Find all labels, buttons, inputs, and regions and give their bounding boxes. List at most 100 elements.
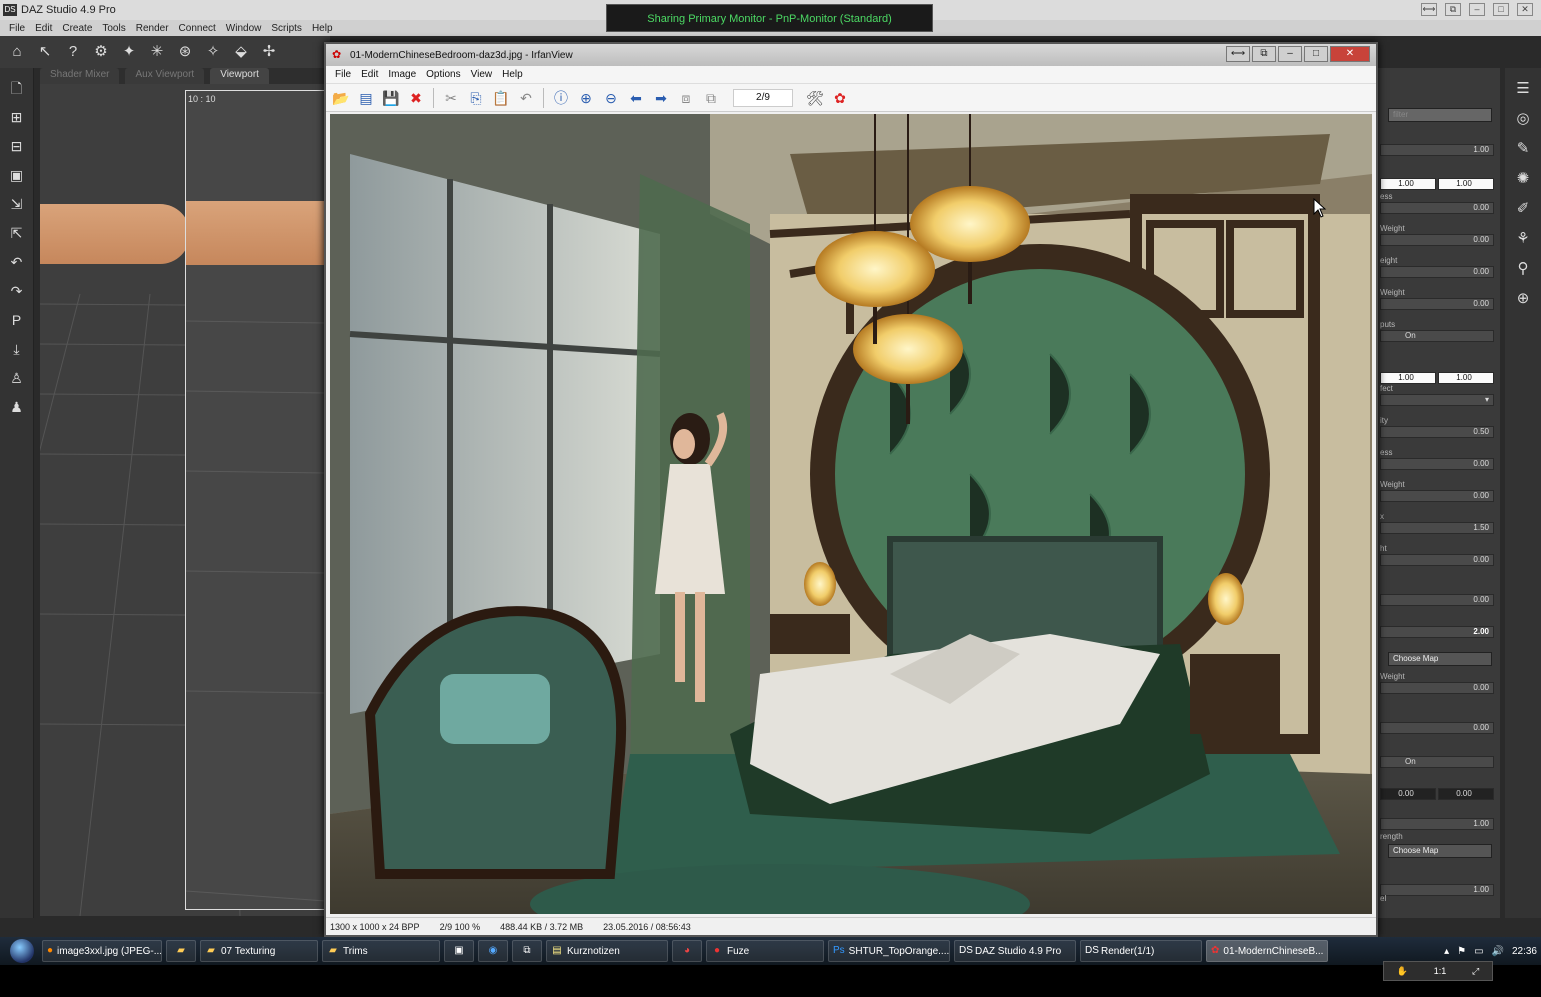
timeline-icon[interactable]: ⚘ — [1512, 228, 1534, 250]
prop-field-2a[interactable]: 1.00 — [1380, 178, 1436, 190]
irfan-menu-image[interactable]: Image — [385, 69, 423, 80]
figure-setup-icon[interactable]: ⚲ — [1512, 258, 1534, 280]
save-icon[interactable]: ▣ — [6, 165, 28, 185]
filter-field[interactable]: filter — [1388, 108, 1492, 122]
paste-icon[interactable]: 📋 — [490, 87, 512, 109]
prop-field-7b[interactable]: 1.00 — [1438, 372, 1494, 384]
next-icon[interactable]: ➡ — [650, 87, 672, 109]
new-file-icon[interactable]: 🗋 — [6, 78, 28, 98]
figure-icon[interactable]: ♙ — [6, 368, 28, 388]
scene-tool-icon[interactable]: ⚙ — [90, 41, 112, 63]
daz-extra-button[interactable]: ⟷ — [1421, 3, 1437, 16]
prop-slider-5[interactable]: 0.00 — [1380, 266, 1494, 278]
pose-tool-icon[interactable]: ✐ — [1512, 198, 1534, 220]
taskbar-item-irfanview[interactable]: ✿ 01-ModernChineseB... — [1206, 940, 1328, 962]
universal-tool-icon[interactable]: ✦ — [118, 41, 140, 63]
prop-slider-3[interactable]: 0.00 — [1380, 202, 1494, 214]
zoom-in-icon[interactable]: ⊕ — [575, 87, 597, 109]
help-icon[interactable]: ? — [62, 41, 84, 63]
prop-slider-6[interactable]: 0.00 — [1380, 298, 1494, 310]
first-page-icon[interactable]: ⧈ — [675, 87, 697, 109]
taskbar-item-render[interactable]: DS Render(1/1) — [1080, 940, 1202, 962]
node-tool-icon[interactable]: ⬙ — [230, 41, 252, 63]
pose-icon[interactable]: ♟ — [6, 397, 28, 417]
taskbar-item-daz-studio[interactable]: DS DAZ Studio 4.9 Pro — [954, 940, 1076, 962]
scale-tool-icon[interactable]: ✧ — [202, 41, 224, 63]
action-center-icon[interactable]: ⚑ — [1457, 946, 1466, 957]
redo-icon[interactable]: ↷ — [6, 281, 28, 301]
prop-toggle-on-1[interactable]: On — [1380, 330, 1494, 342]
menu-connect[interactable]: Connect — [174, 23, 221, 34]
prop-slider-1[interactable]: 1.00 — [1380, 144, 1494, 156]
prop-dropdown-1[interactable]: ▾ — [1380, 394, 1494, 406]
zoom-out-icon[interactable]: ⊖ — [600, 87, 622, 109]
taskbar-item-fuze[interactable]: ● Fuze — [706, 940, 824, 962]
bedroom-render-image[interactable] — [330, 114, 1372, 914]
prop-field-17a[interactable]: 0.00 — [1380, 788, 1436, 800]
home-icon[interactable]: ⌂ — [6, 41, 28, 63]
prop-field-17b[interactable]: 0.00 — [1438, 788, 1494, 800]
cut-icon[interactable]: ✂ — [440, 87, 462, 109]
export-icon[interactable]: ⇱ — [6, 223, 28, 243]
prop-slider-13[interactable]: 0.00 — [1380, 594, 1494, 606]
panel-menu-icon[interactable]: ☰ — [1512, 78, 1534, 100]
remote-zoom-ratio[interactable]: 1:1 — [1434, 966, 1447, 976]
start-button[interactable] — [6, 937, 38, 965]
menu-help[interactable]: Help — [307, 23, 338, 34]
joint-tool-icon[interactable]: ✢ — [258, 41, 280, 63]
irfan-extra2-button[interactable]: ⧉ — [1252, 46, 1276, 62]
copy-icon[interactable]: ⎘ — [465, 87, 487, 109]
prop-slider-14[interactable]: 2.00 — [1380, 626, 1494, 638]
open-folder-icon[interactable]: 📂 — [330, 87, 352, 109]
previous-icon[interactable]: ⬅ — [625, 87, 647, 109]
translate-tool-icon[interactable]: ✳ — [146, 41, 168, 63]
menu-file[interactable]: File — [4, 23, 30, 34]
irfan-maximize-button[interactable]: □ — [1304, 46, 1328, 62]
merge-icon[interactable]: ⊟ — [6, 136, 28, 156]
tab-viewport[interactable]: Viewport — [210, 68, 269, 84]
taskbar-item-kurznotizen[interactable]: ▤ Kurznotizen — [546, 940, 668, 962]
clock[interactable]: 22:36 — [1512, 946, 1537, 957]
menu-edit[interactable]: Edit — [30, 23, 57, 34]
taskbar-item-chrome[interactable]: ◕ — [672, 940, 702, 962]
drop-to-floor-icon[interactable]: ⤓ — [6, 339, 28, 359]
tools-icon[interactable]: 🛠 — [804, 87, 826, 109]
prop-slider-10[interactable]: 0.00 — [1380, 490, 1494, 502]
prop-slider-15[interactable]: 0.00 — [1380, 682, 1494, 694]
remote-hand-icon[interactable]: ✋ — [1397, 966, 1408, 977]
import-icon[interactable]: ⇲ — [6, 194, 28, 214]
whats-this-icon[interactable]: ↖ — [34, 41, 56, 63]
daz-maximize-button[interactable]: □ — [1493, 3, 1509, 16]
taskbar-item-trims[interactable]: ▰ Trims — [322, 940, 440, 962]
prop-slider-9[interactable]: 0.00 — [1380, 458, 1494, 470]
prop-slider-4[interactable]: 0.00 — [1380, 234, 1494, 246]
taskbar-item-app[interactable]: ▣ — [444, 940, 474, 962]
daz-minimize-button[interactable]: – — [1469, 3, 1485, 16]
tab-shader-mixer[interactable]: Shader Mixer — [40, 68, 120, 84]
irfan-menu-file[interactable]: File — [332, 69, 358, 80]
prop-field-7a[interactable]: 1.00 — [1380, 372, 1436, 384]
undo-icon[interactable]: ↶ — [515, 87, 537, 109]
slideshow-icon[interactable]: ▤ — [355, 87, 377, 109]
prop-slider-18[interactable]: 1.00 — [1380, 818, 1494, 830]
last-page-icon[interactable]: ⧉ — [700, 87, 722, 109]
menu-create[interactable]: Create — [57, 23, 97, 34]
undo-icon[interactable]: ↶ — [6, 252, 28, 272]
prop-slider-8[interactable]: 0.50 — [1380, 426, 1494, 438]
irfan-menu-options[interactable]: Options — [423, 69, 467, 80]
taskbar-item-image3xxl[interactable]: ● image3xxl.jpg (JPEG-... — [42, 940, 162, 962]
prop-slider-12[interactable]: 0.00 — [1380, 554, 1494, 566]
photoshop-bridge-icon[interactable]: P — [6, 310, 28, 330]
rotate-tool-icon[interactable]: ⊛ — [174, 41, 196, 63]
delete-icon[interactable]: ✖ — [405, 87, 427, 109]
tab-aux-viewport[interactable]: Aux Viewport — [125, 68, 205, 84]
info-icon[interactable]: ⓘ — [550, 87, 572, 109]
save-icon[interactable]: 💾 — [380, 87, 402, 109]
irfan-menu-view[interactable]: View — [468, 69, 500, 80]
menu-window[interactable]: Window — [221, 23, 267, 34]
taskbar-item-photoshop[interactable]: Ps SHTUR_TopOrange.... — [828, 940, 950, 962]
volume-icon[interactable]: 🔊 — [1492, 946, 1504, 957]
globe-icon[interactable]: ⊕ — [1512, 288, 1534, 310]
irfan-close-button[interactable]: ✕ — [1330, 46, 1370, 62]
irfan-minimize-button[interactable]: – — [1278, 46, 1302, 62]
